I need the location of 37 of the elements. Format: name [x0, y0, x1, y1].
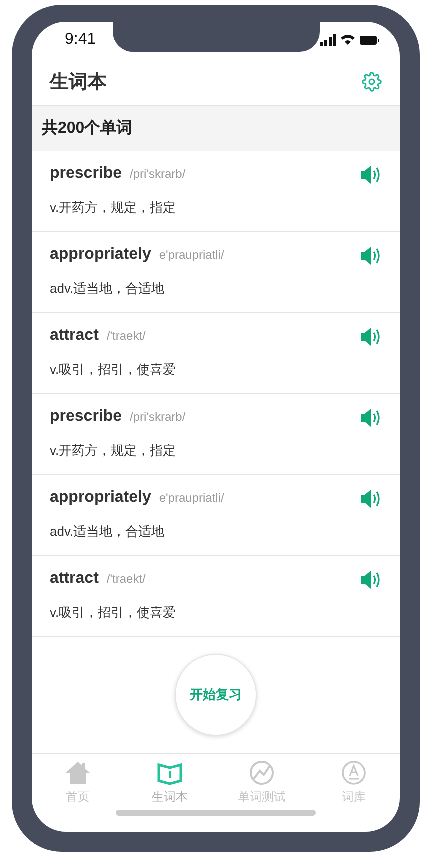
settings-icon[interactable] [362, 72, 382, 92]
phonetic-text: e'praupriatli/ [159, 248, 224, 262]
phonetic-text: /pri'skrarb/ [130, 167, 186, 181]
speaker-icon[interactable] [360, 165, 382, 185]
phonetic-text: /'traekt/ [106, 329, 146, 343]
tab-bar-item[interactable]: 词库 [308, 754, 400, 810]
status-icons-drawing [320, 33, 380, 47]
meaning-text: adv.适当地，合适地 [50, 523, 166, 541]
word-text: appropriately [50, 489, 152, 507]
phonetic-text: /pri'skrarb/ [130, 410, 186, 424]
start-review-button[interactable]: 开始复习 [175, 654, 257, 736]
speaker-icon[interactable] [360, 408, 382, 428]
phonetic-text: /'traekt/ [106, 572, 146, 586]
home-icon [65, 760, 91, 786]
word-count-bar: 共200个单词 [32, 106, 400, 151]
meaning-text: v.吸引，招引，使喜爱 [50, 361, 178, 379]
page-title: 生词本 [50, 70, 107, 94]
letter-icon [341, 760, 367, 786]
word-text: prescribe [50, 408, 122, 426]
phonetic-text: e'praupriatli/ [159, 491, 224, 505]
status-time: 9:41 [65, 31, 96, 49]
meaning-text: v.开药方，规定，指定 [50, 442, 178, 460]
meaning-text: v.吸引，招引，使喜爱 [50, 604, 178, 622]
speaker-icon[interactable] [360, 246, 382, 266]
tab-bar-item[interactable]: 首页 [32, 754, 124, 810]
tab-bar-item[interactable]: 单词测试 [216, 754, 308, 810]
speaker-icon[interactable] [360, 570, 382, 590]
speaker-icon[interactable] [360, 489, 382, 509]
word-text: attract [50, 570, 99, 588]
word-text: attract [50, 327, 99, 345]
chart-icon [249, 760, 275, 786]
tab-bar-item[interactable]: 生词本 [124, 754, 216, 810]
word-text: prescribe [50, 165, 122, 183]
meaning-text: v.开药方，规定，指定 [50, 199, 178, 217]
speaker-icon[interactable] [360, 327, 382, 347]
word-text: appropriately [50, 246, 152, 264]
meaning-text: adv.适当地，合适地 [50, 280, 166, 298]
